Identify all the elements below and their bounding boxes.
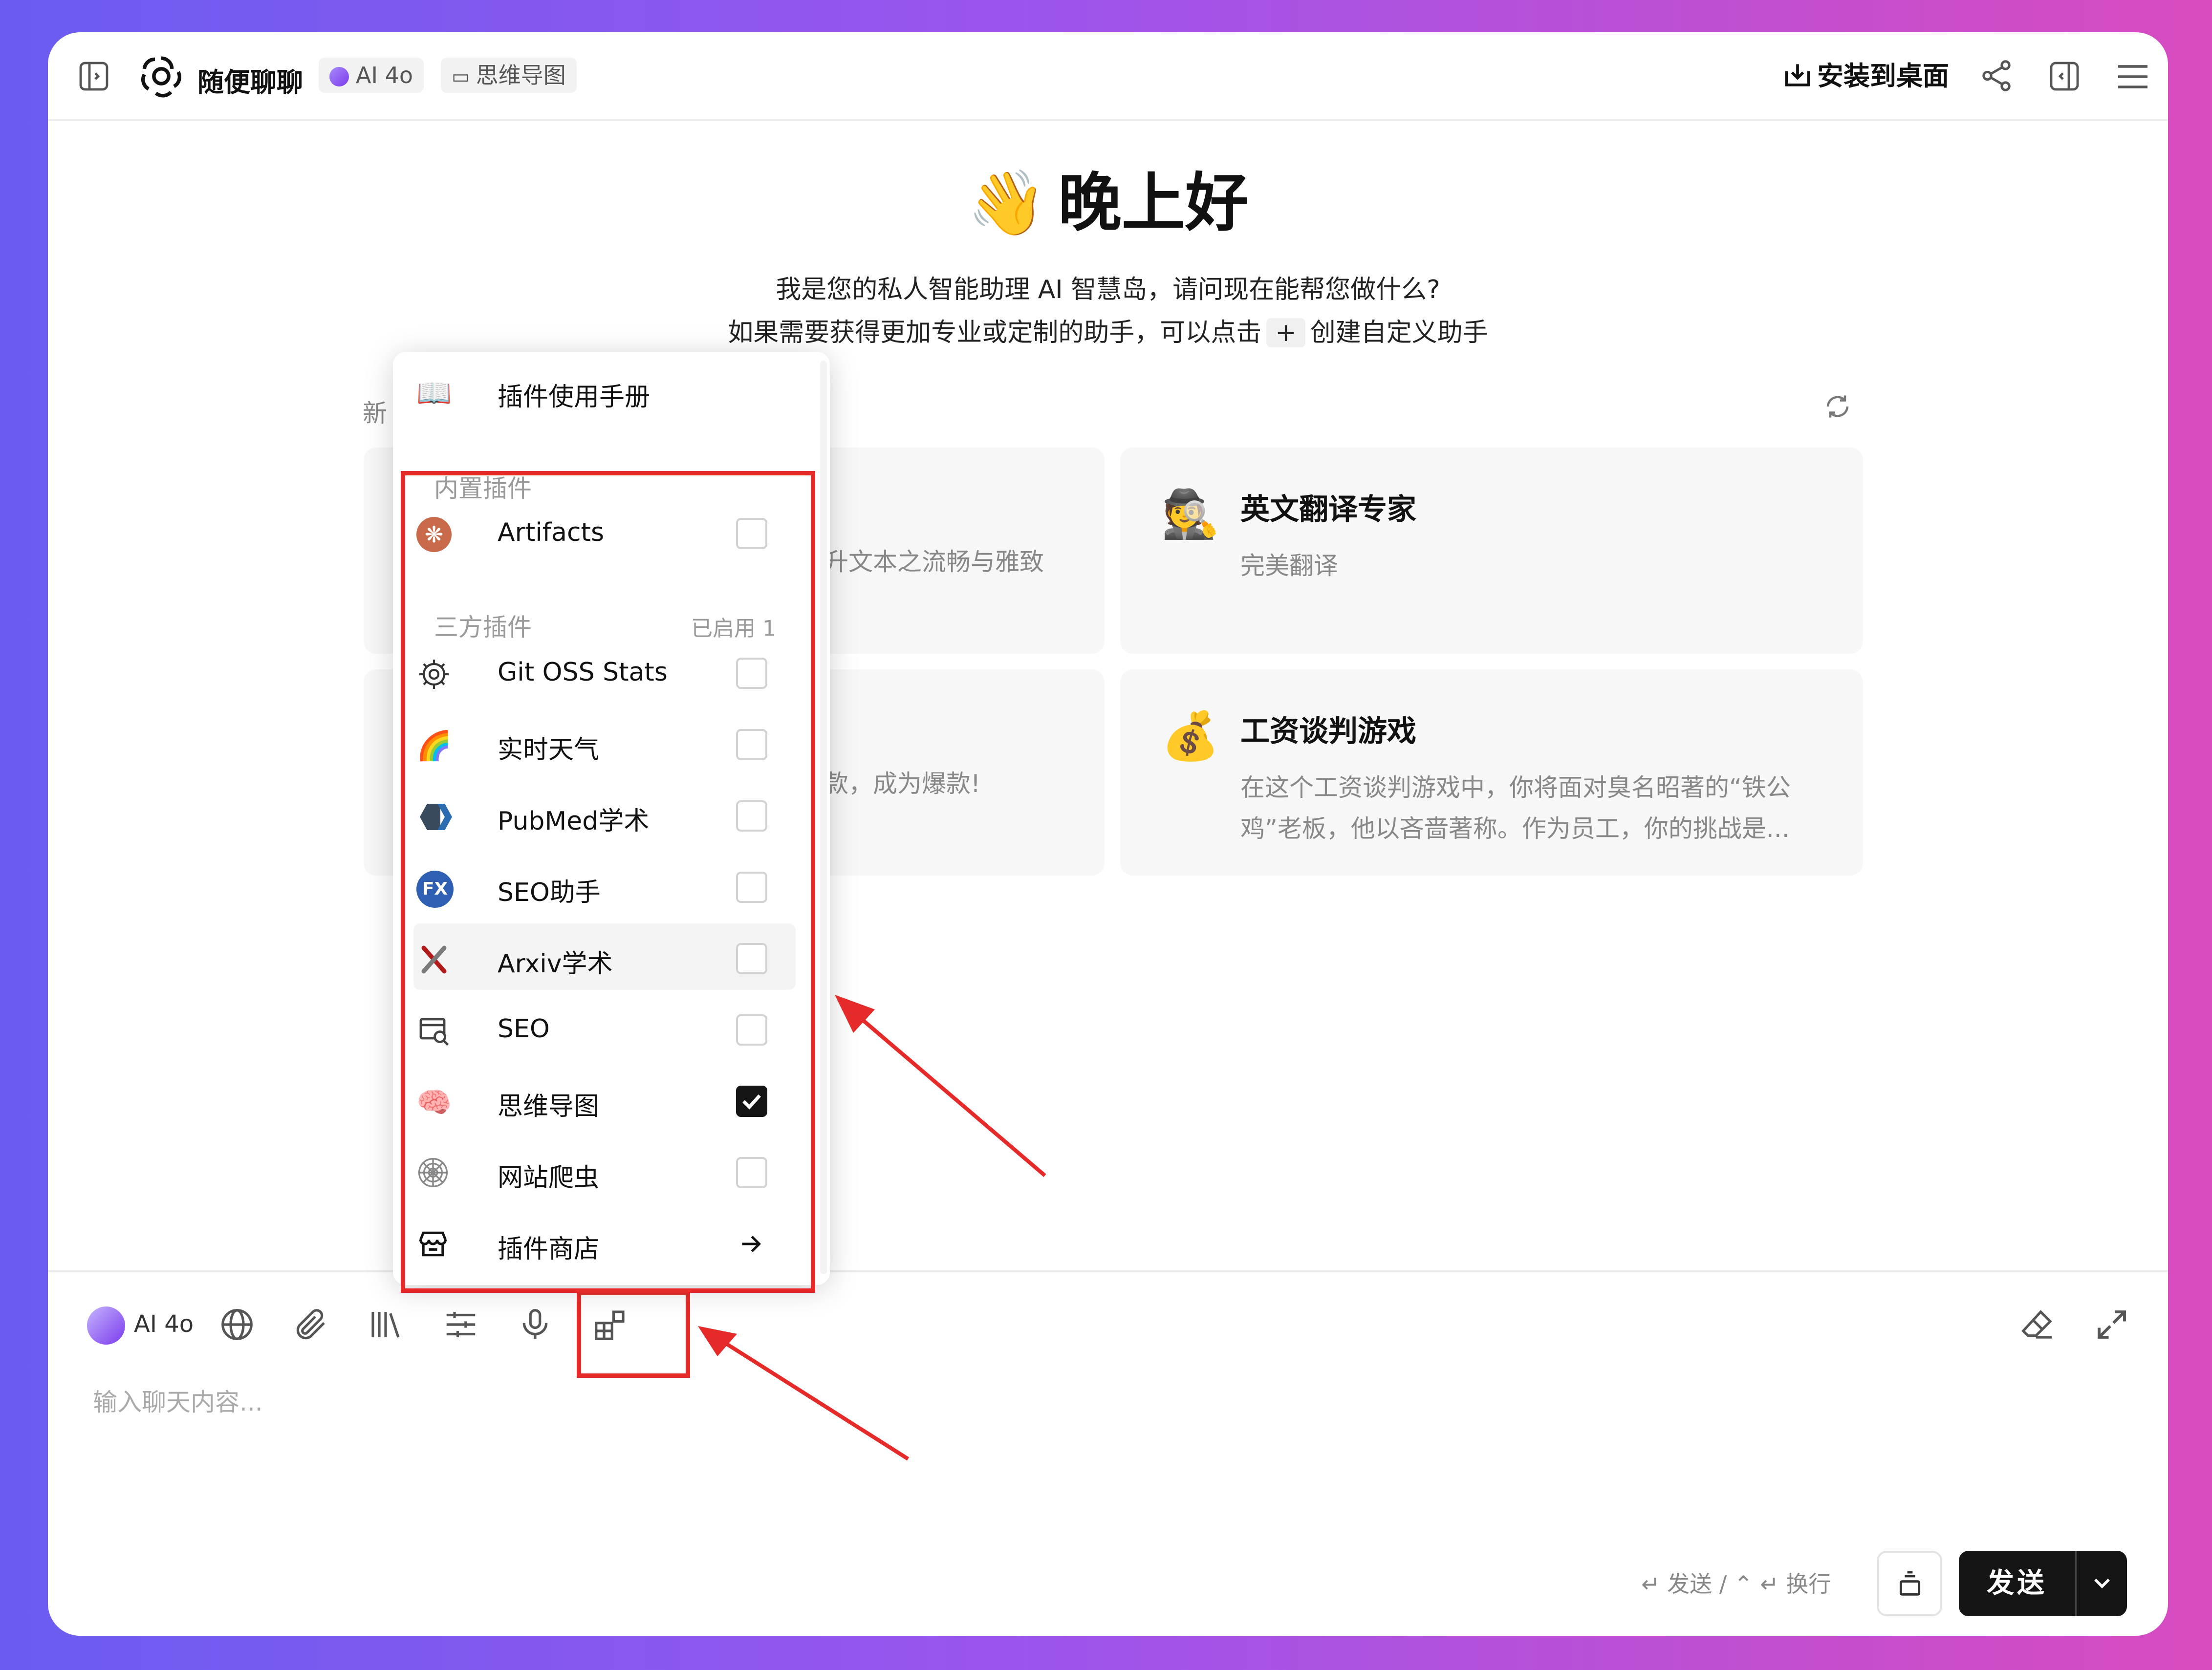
plugin-menu: 📖 插件使用手册 内置插件 ❋ Artifacts 三方插件 已启用 1 Git… — [393, 352, 830, 1293]
clear-icon — [1894, 1568, 1926, 1600]
card-title: 英文翻译专家 — [1240, 492, 1416, 527]
card-desc: 完美翻译 — [1240, 552, 1338, 580]
annotation-box-plugin-list — [401, 471, 815, 1293]
expand-icon[interactable] — [2093, 1306, 2131, 1344]
header: 随便聊聊 AI 4o ▭ 思维导图 安装到桌面 — [48, 32, 2168, 121]
library-icon[interactable] — [367, 1306, 405, 1344]
model-dot-icon — [329, 67, 349, 86]
panel-toggle-icon[interactable] — [2047, 59, 2082, 94]
paperclip-icon[interactable] — [292, 1306, 330, 1344]
openai-logo-icon — [136, 51, 187, 102]
intro-after: 创建自定义助手 — [1310, 318, 1488, 347]
assistant-card-salary-game[interactable]: 💰 工资谈判游戏 在这个工资谈判游戏中，你将面对臭名昭著的“铁公鸡”老板，他以吝… — [1120, 669, 1863, 876]
card-desc: 在这个工资谈判游戏中，你将面对臭名昭著的“铁公鸡”老板，他以吝啬著称。作为员工，… — [1240, 773, 1791, 843]
plugin-chip[interactable]: ▭ 思维导图 — [441, 58, 577, 93]
menu-item-manual[interactable]: 📖 插件使用手册 — [413, 357, 796, 423]
app-window: 随便聊聊 AI 4o ▭ 思维导图 安装到桌面 👋 晚上好 我是您的私人智能助理 A… — [48, 32, 2168, 1636]
plus-key[interactable]: + — [1266, 318, 1305, 347]
intro-before: 如果需要获得更加专业或定制的助手，可以点击 — [728, 318, 1262, 347]
card-desc-clipped: 提升文本之流畅与雅致 — [800, 548, 1044, 576]
model-label: AI 4o — [134, 1310, 194, 1338]
sidebar-toggle-icon[interactable] — [76, 59, 111, 94]
microphone-icon[interactable] — [516, 1306, 554, 1344]
send-hint: ↵ 发送 / ⌃ ↵ 换行 — [1641, 1571, 1831, 1597]
calendar-icon: ▭ — [452, 65, 470, 88]
share-icon[interactable] — [1978, 58, 2015, 94]
model-avatar-icon — [87, 1306, 125, 1345]
section-label: 新 — [363, 399, 387, 428]
globe-icon[interactable] — [218, 1306, 256, 1344]
refresh-icon[interactable] — [1823, 392, 1852, 421]
install-desktop-button[interactable]: 安装到桌面 — [1781, 57, 1949, 96]
model-selector[interactable]: AI 4o — [87, 1305, 194, 1345]
download-icon — [1781, 59, 1814, 92]
annotation-arrow-menu — [835, 995, 1046, 1178]
chat-input[interactable]: 输入聊天内容... — [93, 1383, 263, 1418]
money-bag-icon: 💰 — [1161, 708, 1220, 763]
menu-icon[interactable] — [2115, 61, 2150, 93]
menu-scrollbar[interactable] — [820, 361, 827, 1274]
send-options-button[interactable] — [2075, 1551, 2127, 1616]
card-title: 工资谈判游戏 — [1240, 714, 1416, 749]
menu-item-label: 插件使用手册 — [498, 383, 651, 412]
model-chip-label: AI 4o — [356, 62, 413, 88]
intro-line-1: 我是您的私人智能助理 AI 智慧岛，请问现在能帮您做什么? — [776, 275, 1440, 304]
install-label: 安装到桌面 — [1817, 61, 1949, 91]
sliders-icon[interactable] — [442, 1306, 480, 1344]
clear-context-button[interactable] — [1877, 1551, 1942, 1616]
send-button[interactable]: 发送 — [1959, 1551, 2075, 1616]
annotation-arrow-bottom — [698, 1326, 910, 1461]
assistant-card-translator[interactable]: 🕵️ 英文翻译专家 完美翻译 — [1120, 448, 1863, 654]
detective-icon: 🕵️ — [1161, 487, 1220, 541]
chevron-down-icon — [2088, 1569, 2116, 1597]
book-icon: 📖 — [416, 376, 452, 409]
eraser-icon[interactable] — [2018, 1306, 2057, 1344]
plugin-chip-label: 思维导图 — [476, 62, 566, 88]
app-title: 随便聊聊 — [197, 67, 303, 98]
input-divider — [48, 1270, 2168, 1272]
model-chip[interactable]: AI 4o — [319, 58, 424, 93]
intro-line-2: 如果需要获得更加专业或定制的助手，可以点击 + 创建自定义助手 — [48, 312, 2168, 348]
annotation-box-plugin-button — [577, 1291, 690, 1378]
greeting-text: 晚上好 — [1058, 166, 1249, 240]
wave-icon: 👋 — [967, 166, 1046, 240]
greeting: 👋 晚上好 — [48, 151, 2168, 243]
